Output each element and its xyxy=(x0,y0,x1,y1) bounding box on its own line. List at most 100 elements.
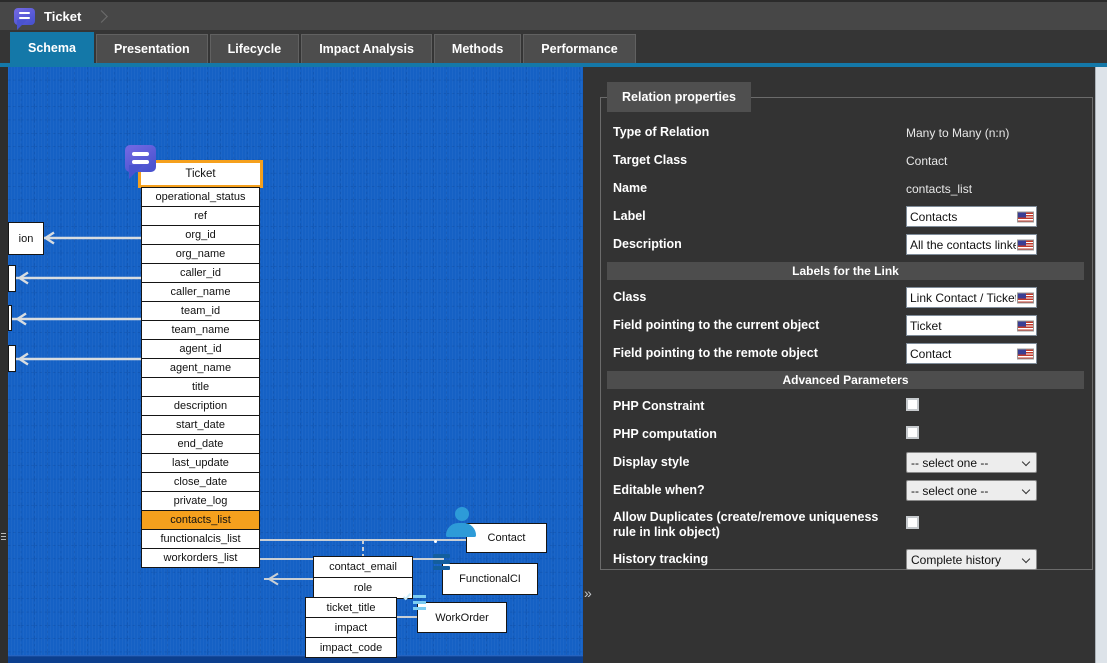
row-field-current: Field pointing to the current object xyxy=(607,315,1084,336)
ticket-field-row[interactable]: caller_id xyxy=(141,263,260,283)
field-label: Display style xyxy=(613,455,906,470)
field-label: Type of Relation xyxy=(613,125,906,140)
section-labels-for-link: Labels for the Link xyxy=(607,262,1084,280)
ticket-field-row[interactable]: close_date xyxy=(141,472,260,492)
ticket-class-icon xyxy=(125,145,156,172)
us-flag-icon xyxy=(1017,348,1034,359)
row-class: Class xyxy=(607,287,1084,308)
ticket-field-row[interactable]: org_name xyxy=(141,244,260,264)
us-flag-icon xyxy=(1017,239,1034,250)
ticket-field-row[interactable]: description xyxy=(141,396,260,416)
row-allow-duplicates: Allow Duplicates (create/remove uniquene… xyxy=(607,508,1084,542)
row-name: Name contacts_list xyxy=(607,178,1084,199)
left-collapsed-panel xyxy=(0,67,8,663)
panel-grip-icon[interactable] xyxy=(1,533,6,542)
php-constraint-checkbox[interactable] xyxy=(906,398,919,411)
row-description: Description xyxy=(607,234,1084,255)
breadcrumb[interactable]: Ticket xyxy=(0,2,106,30)
ticket-field-row[interactable]: team_name xyxy=(141,320,260,340)
ticket-field-list: operational_statusreforg_idorg_namecalle… xyxy=(141,187,263,568)
link-attribute-row[interactable]: contact_email xyxy=(313,556,413,578)
row-field-remote: Field pointing to the remote object xyxy=(607,343,1084,364)
contact-class-node[interactable]: Contact xyxy=(466,523,547,553)
ticket-field-row[interactable]: end_date xyxy=(141,434,260,454)
field-label: PHP Constraint xyxy=(613,399,906,414)
ticket-field-row[interactable]: caller_name xyxy=(141,282,260,302)
main-area: ion Ticket operational_statusreforg_idor… xyxy=(0,67,1107,663)
us-flag-icon xyxy=(1017,292,1034,303)
row-target-class: Target Class Contact xyxy=(607,150,1084,171)
ticket-field-row[interactable]: team_id xyxy=(141,301,260,321)
tab-methods[interactable]: Methods xyxy=(434,34,521,63)
field-label: Class xyxy=(613,290,906,305)
tab-lifecycle[interactable]: Lifecycle xyxy=(210,34,300,63)
php-computation-checkbox[interactable] xyxy=(906,426,919,439)
link-attribute-row[interactable]: ticket_title xyxy=(305,597,397,618)
workorder-class-node[interactable]: WorkOrder xyxy=(417,602,507,633)
field-label: Field pointing to the current object xyxy=(613,318,906,333)
tab-schema[interactable]: Schema xyxy=(10,32,94,63)
us-flag-icon xyxy=(1017,320,1034,331)
field-label: Description xyxy=(613,237,906,252)
field-label: Field pointing to the remote object xyxy=(613,346,906,361)
ticket-field-row[interactable]: private_log xyxy=(141,491,260,511)
field-label: Label xyxy=(613,209,906,224)
title-bar: Ticket xyxy=(0,0,1107,30)
field-label: Editable when? xyxy=(613,483,906,498)
ticket-field-row[interactable]: last_update xyxy=(141,453,260,473)
ticket-field-row[interactable]: contacts_list xyxy=(141,510,260,530)
field-label: Name xyxy=(613,181,906,196)
field-label: History tracking xyxy=(613,552,906,567)
ticket-field-row[interactable]: title xyxy=(141,377,260,397)
stub-class-4[interactable] xyxy=(8,345,16,372)
editable-when-select[interactable]: -- select one -- xyxy=(906,480,1037,501)
ticket-field-row[interactable]: agent_name xyxy=(141,358,260,378)
section-advanced-parameters: Advanced Parameters xyxy=(607,371,1084,389)
expand-chevrons-icon[interactable]: » xyxy=(584,585,592,601)
row-type-of-relation: Type of Relation Many to Many (n:n) xyxy=(607,122,1084,143)
functionalci-class-node[interactable]: FunctionalCI xyxy=(442,563,538,595)
contact-link-attributes: contact_emailrole xyxy=(313,557,413,599)
display-style-select[interactable]: -- select one -- xyxy=(906,452,1037,473)
row-php-computation: PHP computation xyxy=(607,424,1084,445)
vertical-scrollbar[interactable] xyxy=(1095,67,1107,663)
ticket-field-row[interactable]: agent_id xyxy=(141,339,260,359)
tab-performance[interactable]: Performance xyxy=(523,34,635,63)
ticket-field-row[interactable]: ref xyxy=(141,206,260,226)
history-tracking-select[interactable]: Complete history xyxy=(906,549,1037,570)
person-icon xyxy=(446,507,478,537)
workorder-link-attributes: ticket_titleimpactimpact_code xyxy=(305,598,397,658)
tab-presentation[interactable]: Presentation xyxy=(96,34,208,63)
field-label: Target Class xyxy=(613,153,906,168)
row-label: Label xyxy=(607,206,1084,227)
us-flag-icon xyxy=(1017,211,1034,222)
ticket-chat-icon xyxy=(14,8,35,25)
field-value: contacts_list xyxy=(906,182,1037,196)
ticket-field-row[interactable]: operational_status xyxy=(141,187,260,207)
ticket-class-header[interactable]: Ticket xyxy=(138,160,263,188)
stub-class-organization[interactable]: ion xyxy=(8,222,44,255)
row-editable-when: Editable when? -- select one -- xyxy=(607,480,1084,501)
stub-class-2[interactable] xyxy=(8,265,16,292)
tab-impact-analysis[interactable]: Impact Analysis xyxy=(301,34,432,63)
link-attribute-row[interactable]: impact xyxy=(305,617,397,638)
ticket-field-row[interactable]: workorders_list xyxy=(141,548,260,568)
link-attribute-row[interactable]: impact_code xyxy=(305,637,397,658)
ticket-class-node[interactable]: Ticket operational_statusreforg_idorg_na… xyxy=(141,160,263,568)
field-label: Allow Duplicates (create/remove uniquene… xyxy=(613,510,906,540)
panel-title: Relation properties xyxy=(607,82,751,112)
field-value: Contact xyxy=(906,154,1037,168)
stub-class-3[interactable] xyxy=(8,305,12,331)
properties-panel: » Relation properties Type of Relation M… xyxy=(583,67,1095,663)
ticket-field-row[interactable]: functionalcis_list xyxy=(141,529,260,549)
row-php-constraint: PHP Constraint xyxy=(607,396,1084,417)
row-history-tracking: History tracking Complete history xyxy=(607,549,1084,570)
schema-canvas[interactable]: ion Ticket operational_statusreforg_idor… xyxy=(8,67,583,663)
ticket-field-row[interactable]: org_id xyxy=(141,225,260,245)
row-display-style: Display style -- select one -- xyxy=(607,452,1084,473)
ticket-field-row[interactable]: start_date xyxy=(141,415,260,435)
page-title: Ticket xyxy=(44,9,81,24)
field-value: Many to Many (n:n) xyxy=(906,126,1037,140)
link-attribute-row[interactable]: role xyxy=(313,577,413,599)
allow-duplicates-checkbox[interactable] xyxy=(906,516,919,529)
